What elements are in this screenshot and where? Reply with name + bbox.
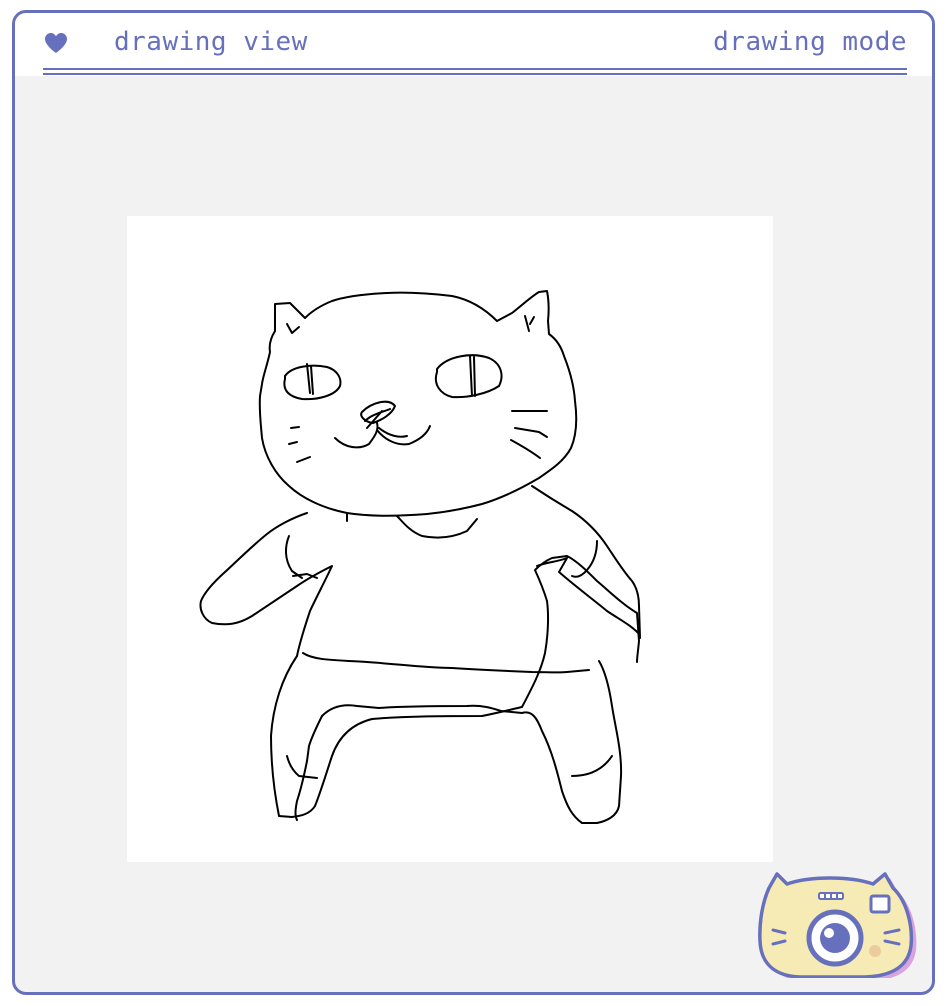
- mode-label[interactable]: drawing mode: [713, 27, 907, 57]
- cat-drawing: [199, 290, 641, 824]
- cat-legs-outline: [321, 660, 623, 824]
- drawing-canvas[interactable]: [127, 216, 773, 862]
- drawing-window: drawing view drawing mode: [12, 10, 935, 995]
- cat-right-eye: [434, 354, 503, 399]
- page-title: drawing view: [114, 27, 308, 57]
- heart-icon[interactable]: [44, 32, 68, 54]
- cat-head-outline: [258, 290, 578, 517]
- cat-camera-icon[interactable]: [755, 866, 917, 978]
- header-bar: drawing view drawing mode: [15, 13, 932, 76]
- cat-body-outline: [199, 512, 640, 818]
- cat-mouth: [334, 422, 431, 449]
- header-divider: [43, 68, 907, 75]
